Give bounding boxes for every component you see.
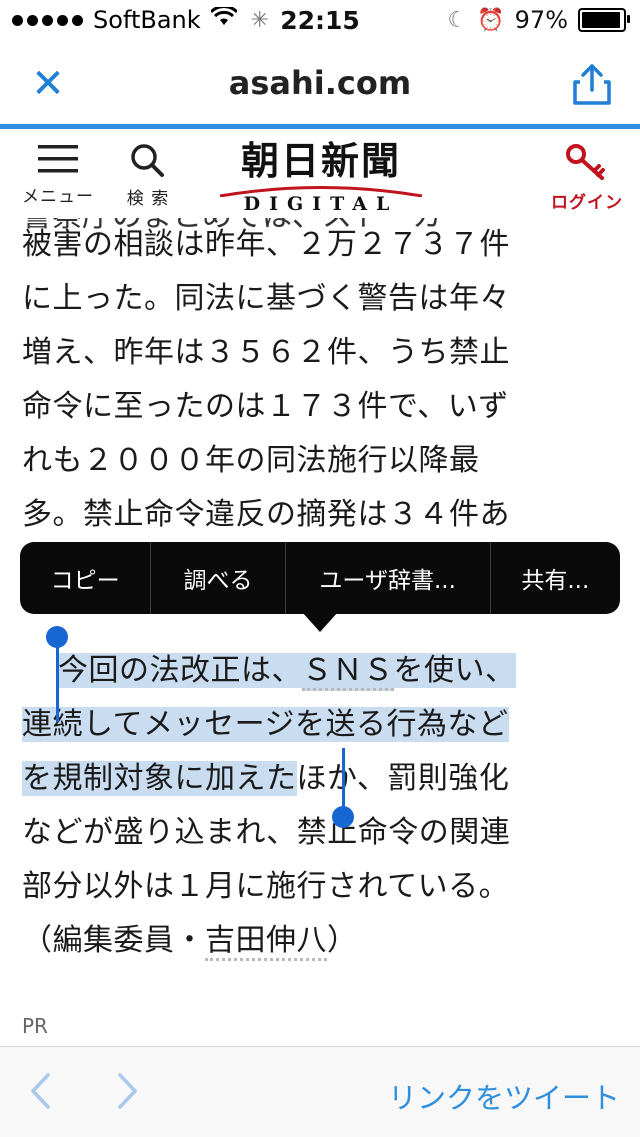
article-line: などが盛り込まれ、禁止命令の関連: [22, 815, 511, 850]
selected-text[interactable]: を規制対象に加えた: [22, 761, 297, 796]
selected-text[interactable]: を使い、: [393, 653, 516, 688]
logo-main-text: 朝日新聞: [240, 138, 401, 183]
context-menu-pointer: [302, 612, 338, 632]
byline-prefix: （編集委員・: [22, 923, 205, 958]
alarm-icon: ⏰: [477, 7, 505, 33]
lookup-menu-item[interactable]: 調べる: [151, 542, 286, 614]
browser-nav-bar: ✕ asahi.com: [0, 40, 640, 126]
selected-text[interactable]: 今回の法改正は、: [58, 653, 302, 688]
menu-label: メニュー: [22, 187, 94, 207]
page-title: asahi.com: [228, 64, 412, 102]
article-line-clipped: 多。禁止命令違反の摘発は３４件あ: [22, 497, 510, 532]
text-context-menu: コピー 調べる ユーザ辞書... 共有...: [20, 542, 620, 614]
article-paragraph: 今回の法改正は、ＳＮＳを使い、 連続してメッセージを送る行為など を規制対象に加…: [22, 644, 622, 968]
article-text: ほか、罰則強化: [296, 761, 510, 796]
asahi-digital-logo[interactable]: 朝日新聞 DIGITAL: [216, 140, 426, 215]
status-bar: SoftBank ✳ 22:15 ☾ ⏰ 97%: [0, 0, 640, 40]
logo-sub-text: DIGITAL: [243, 193, 399, 215]
user-dictionary-menu-item[interactable]: ユーザ辞書...: [286, 542, 491, 614]
copy-menu-item[interactable]: コピー: [20, 542, 152, 614]
search-icon: [131, 144, 164, 177]
keyword-link[interactable]: ＳＮＳ: [302, 653, 394, 691]
menu-button[interactable]: メニュー: [20, 142, 96, 207]
battery-percent: 97%: [514, 6, 568, 34]
author-link[interactable]: 吉田伸八: [205, 923, 327, 961]
byline-suffix: ）: [327, 923, 358, 958]
login-button[interactable]: ログイン: [548, 142, 626, 213]
menu-icon: [38, 145, 78, 173]
site-header: メニュー 検 索 朝日新聞 DIGITAL ログイン: [0, 130, 640, 218]
share-icon[interactable]: [572, 62, 612, 106]
selected-text[interactable]: 連続してメッセージを送る行為など: [22, 707, 509, 742]
article-line: 命令に至ったのは１７３件で、いず: [22, 389, 509, 424]
login-label: ログイン: [551, 193, 623, 213]
key-icon: [566, 144, 605, 180]
tweet-link-button[interactable]: リンクをツイート: [388, 1075, 620, 1117]
article-line: に上った。同法に基づく警告は年々: [22, 281, 510, 316]
battery-icon: [578, 8, 630, 32]
bottom-toolbar: リンクをツイート: [0, 1046, 640, 1137]
article-line: 部分以外は１月に施行されている。: [22, 869, 510, 904]
moon-icon: ☾: [447, 7, 468, 33]
share-menu-item[interactable]: 共有...: [491, 542, 620, 614]
article-line: 増え、昨年は３５６２件、うち禁止: [22, 335, 510, 370]
article-line: れも２０００年の同法施行以降最: [22, 443, 480, 478]
chevron-left-icon[interactable]: [28, 1071, 52, 1121]
search-button[interactable]: 検 索: [118, 142, 178, 209]
chevron-right-icon[interactable]: [116, 1071, 140, 1121]
search-label: 検 索: [126, 189, 170, 209]
article-body: 被害の相談は昨年、２万２７３７件 に上った。同法に基づく警告は年々 増え、昨年は…: [22, 218, 622, 542]
article-line: 被害の相談は昨年、２万２７３７件: [22, 227, 510, 262]
load-progress-bar: [0, 124, 640, 129]
pr-label: PR: [22, 1014, 48, 1038]
